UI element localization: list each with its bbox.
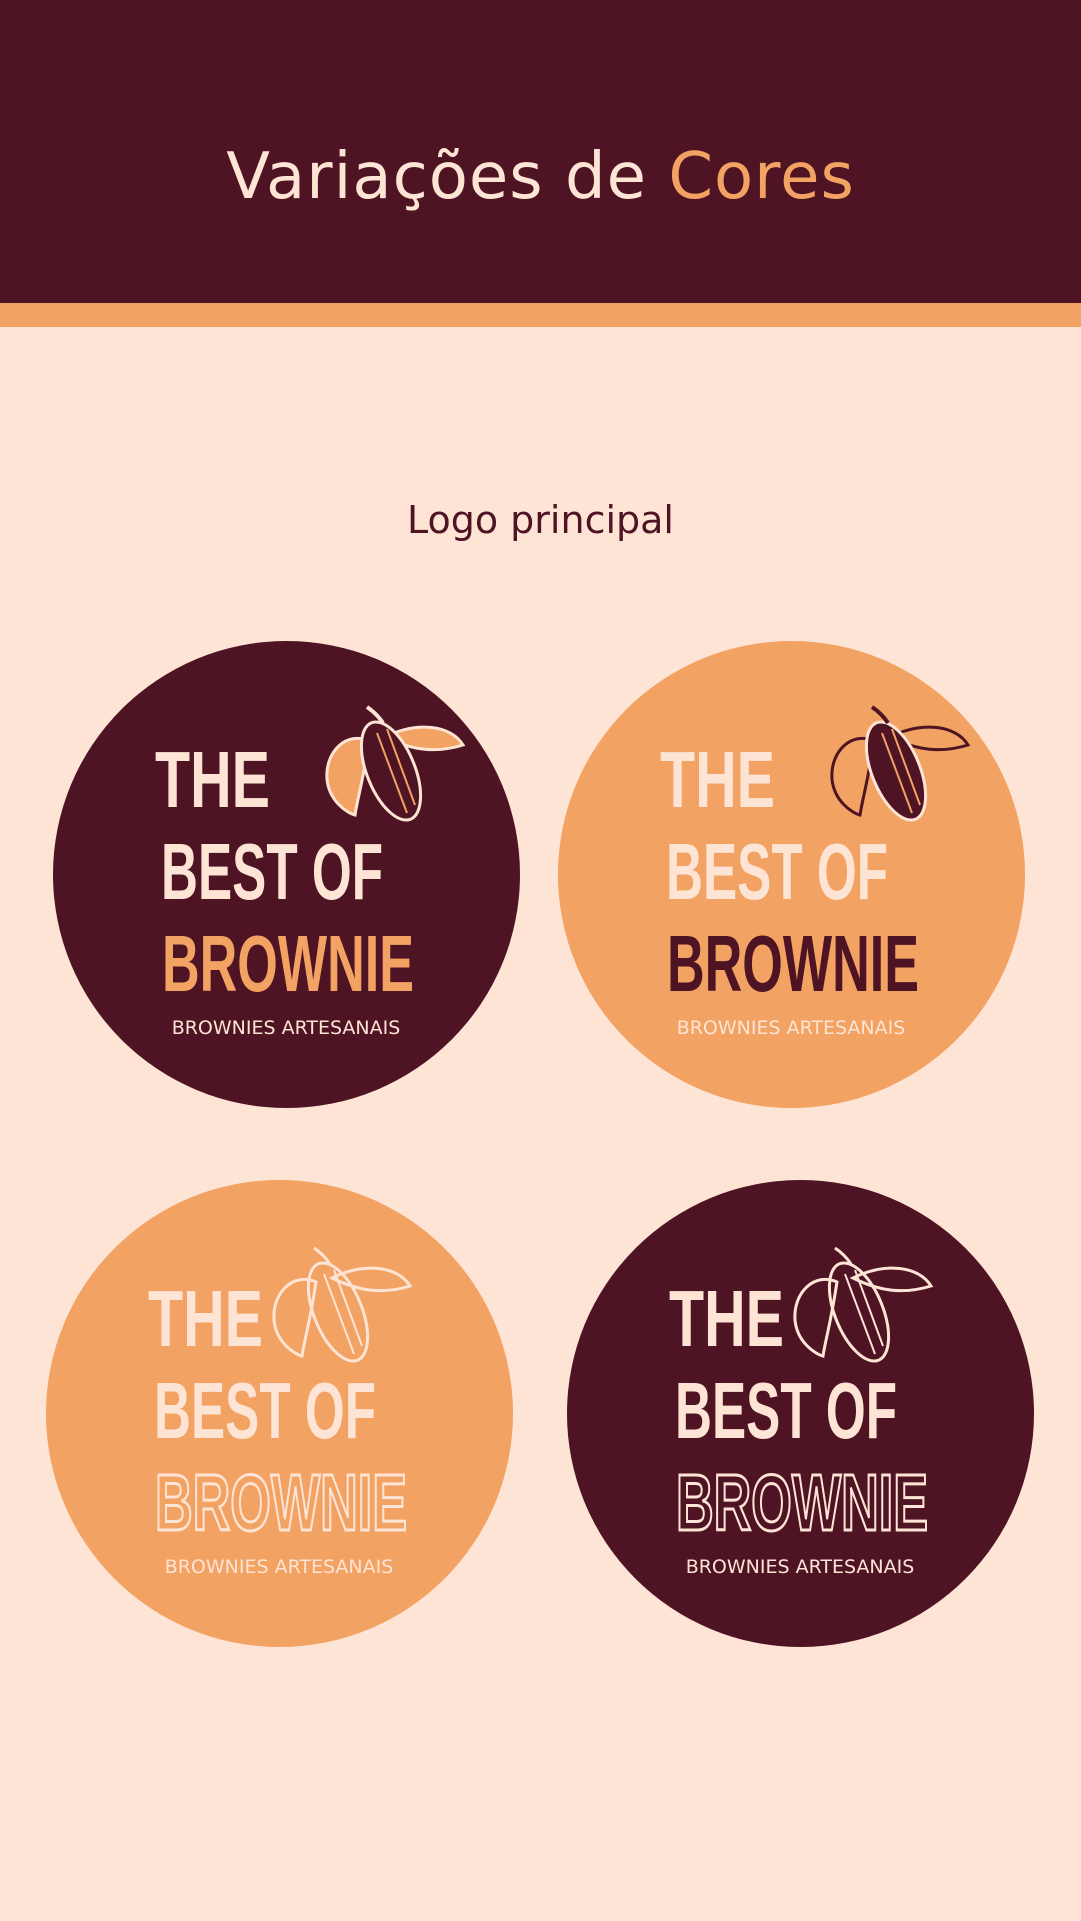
- page-title: Variações de Cores: [0, 140, 1081, 214]
- logo-tagline: BROWNIES ARTESANAIS: [686, 1556, 915, 1578]
- logo-tagline: BROWNIES ARTESANAIS: [165, 1556, 394, 1578]
- logo-artwork: THE BEST OF BROWNIE BROWNIES ARTESANAIS: [155, 705, 466, 1039]
- logo-tagline: BROWNIES ARTESANAIS: [677, 1017, 906, 1039]
- logo-tagline: BROWNIES ARTESANAIS: [172, 1017, 401, 1039]
- logo-artwork: THE BEST OF BROWNIE BROWNIES ARTESANAIS: [148, 1246, 413, 1578]
- logo-artwork: THE BEST OF BROWNIE BROWNIES ARTESANAIS: [660, 705, 971, 1039]
- logo-variant-plum-orange: THE BEST OF BROWNIE BROWNIES ARTESANAIS: [53, 641, 520, 1108]
- logo-variant-orange-cream: THE BEST OF BROWNIE BROWNIES ARTESANAIS: [46, 1180, 513, 1647]
- logo-artwork: THE BEST OF BROWNIE BROWNIES ARTESANAIS: [669, 1246, 934, 1578]
- wordmark-best-of: BEST OF: [161, 827, 383, 916]
- header-accent-stripe: [0, 303, 1081, 327]
- cacao-pod-icon: [830, 705, 971, 822]
- wordmark-brownie: BROWNIE: [155, 1458, 407, 1547]
- section-title: Logo principal: [406, 498, 674, 542]
- wordmark-the: THE: [669, 1274, 784, 1363]
- wordmark-brownie: BROWNIE: [676, 1458, 928, 1547]
- logo-variant-plum-cream: THE BEST OF BROWNIE BROWNIES ARTESANAIS: [567, 1180, 1034, 1647]
- logo-variant-orange-plum: THE BEST OF BROWNIE BROWNIES ARTESANAIS: [558, 641, 1025, 1108]
- wordmark-best-of: BEST OF: [675, 1366, 897, 1455]
- wordmark-brownie: BROWNIE: [667, 919, 919, 1008]
- wordmark-best-of: BEST OF: [666, 827, 888, 916]
- page-title-main: Variações de: [226, 140, 669, 214]
- wordmark-best-of: BEST OF: [154, 1366, 376, 1455]
- wordmark-the: THE: [660, 735, 775, 824]
- wordmark-the: THE: [155, 735, 270, 824]
- page-title-accent: Cores: [668, 140, 855, 214]
- wordmark-the: THE: [148, 1274, 263, 1363]
- wordmark-brownie: BROWNIE: [162, 919, 414, 1008]
- cacao-pod-icon: [325, 705, 466, 822]
- cacao-pod-icon: [793, 1246, 934, 1363]
- cacao-pod-icon: [272, 1246, 413, 1363]
